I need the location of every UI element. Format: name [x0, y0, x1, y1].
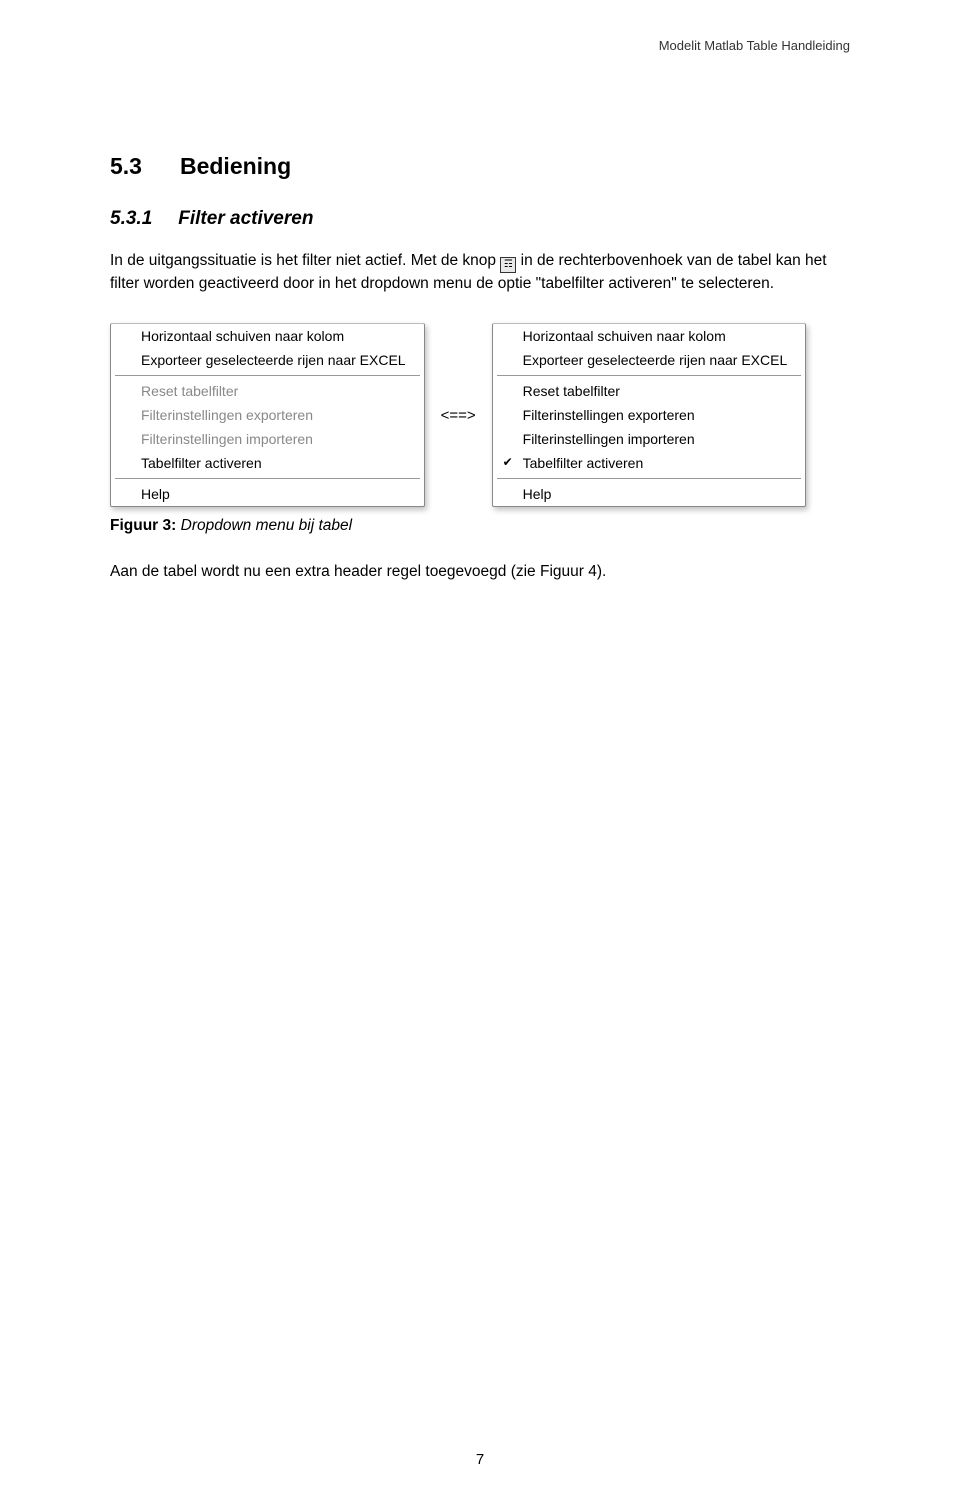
subsection-number: 5.3.1	[110, 208, 152, 230]
menu-item: Reset tabelfilter	[111, 379, 424, 403]
menu-item[interactable]: Reset tabelfilter	[493, 379, 806, 403]
filter-button-icon: ☶	[500, 257, 516, 273]
menu-item[interactable]: Exporteer geselecteerde rijen naar EXCEL	[493, 348, 806, 372]
document-header-title: Modelit Matlab Table Handleiding	[659, 38, 850, 53]
menu-item[interactable]: Exporteer geselecteerde rijen naar EXCEL	[111, 348, 424, 372]
menu-item[interactable]: Help	[493, 482, 806, 506]
menu-separator	[497, 478, 802, 479]
figure-3-caption: Figuur 3: Dropdown menu bij tabel	[110, 517, 850, 535]
figure-3-caption-label: Figuur 3:	[110, 517, 176, 534]
figure-3-caption-text: Dropdown menu bij tabel	[176, 517, 352, 534]
menu-item: Filterinstellingen importeren	[111, 427, 424, 451]
paragraph-1: In de uitgangssituatie is het filter nie…	[110, 250, 850, 295]
dropdown-menu-right: Horizontaal schuiven naar kolom Exportee…	[492, 323, 807, 507]
menu-item[interactable]: Filterinstellingen exporteren	[493, 403, 806, 427]
menu-item: Filterinstellingen exporteren	[111, 403, 424, 427]
paragraph-2: Aan de tabel wordt nu een extra header r…	[110, 563, 850, 581]
menu-item-tabelfilter-activeren-checked[interactable]: Tabelfilter activeren	[493, 451, 806, 475]
subsection-title: Filter activeren	[178, 208, 313, 230]
menu-separator	[115, 478, 420, 479]
figure-3-row: Horizontaal schuiven naar kolom Exportee…	[110, 323, 850, 507]
section-heading: 5.3 Bediening	[110, 153, 850, 180]
page-number: 7	[476, 1451, 484, 1468]
page: Modelit Matlab Table Handleiding 5.3 Bed…	[0, 0, 960, 1506]
section-title: Bediening	[180, 153, 291, 180]
section-number: 5.3	[110, 153, 142, 180]
menu-item[interactable]: Help	[111, 482, 424, 506]
menu-item-tabelfilter-activeren[interactable]: Tabelfilter activeren	[111, 451, 424, 475]
menu-item[interactable]: Horizontaal schuiven naar kolom	[493, 324, 806, 348]
menu-separator	[115, 375, 420, 376]
arrow-between-icon: <==>	[435, 407, 482, 424]
dropdown-menu-left: Horizontaal schuiven naar kolom Exportee…	[110, 323, 425, 507]
menu-item[interactable]: Filterinstellingen importeren	[493, 427, 806, 451]
menu-separator	[497, 375, 802, 376]
subsection-heading: 5.3.1 Filter activeren	[110, 208, 850, 230]
paragraph-1-text-a: In de uitgangssituatie is het filter nie…	[110, 252, 500, 269]
menu-item[interactable]: Horizontaal schuiven naar kolom	[111, 324, 424, 348]
